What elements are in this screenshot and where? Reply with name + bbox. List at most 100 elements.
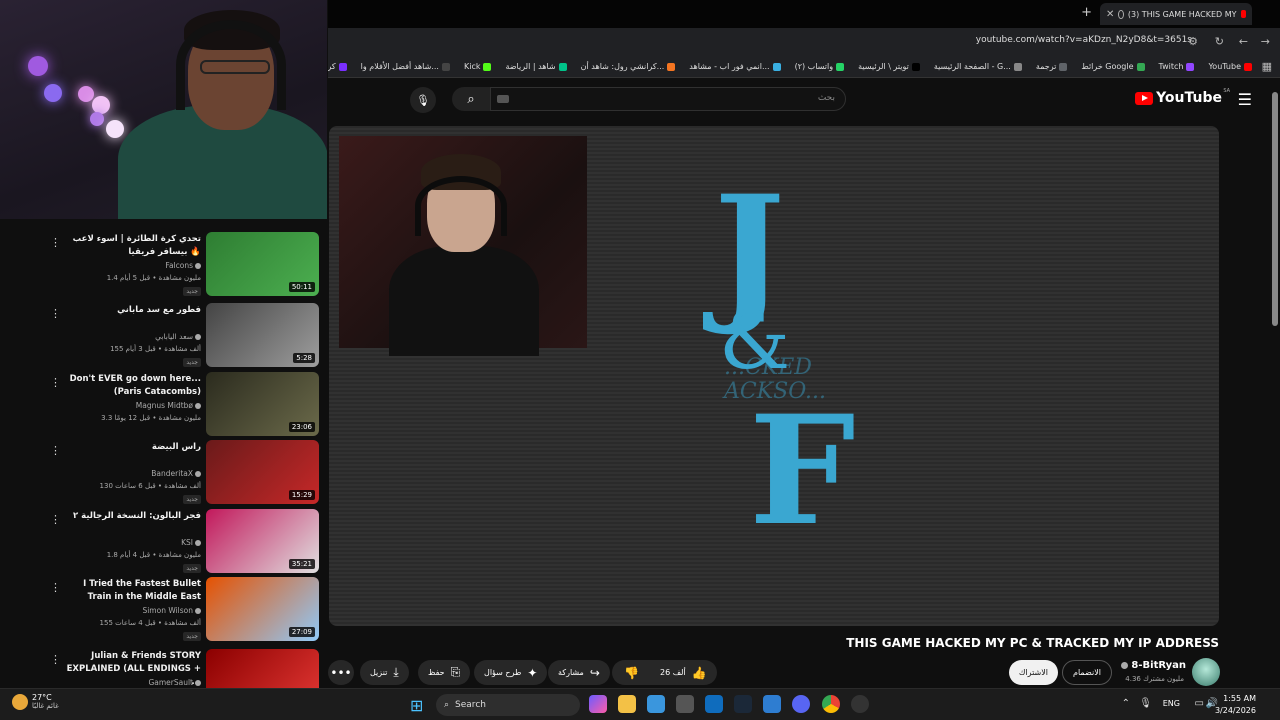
bookmark-item[interactable]: Kick (464, 62, 492, 71)
recommendation-title[interactable]: فجر البالون: النسخة الرجالية ٢ (61, 510, 201, 523)
weather-icon (12, 693, 28, 710)
channel-name[interactable]: 8-BitRyan (1121, 660, 1186, 671)
video-thumbnail[interactable]: 35:21 (206, 509, 319, 573)
recommendation-channel[interactable]: سعد اليابابي (155, 332, 201, 341)
search-input[interactable]: بحث (490, 87, 846, 111)
like-icon: 👍 (691, 665, 707, 680)
mail-icon[interactable] (705, 695, 723, 713)
keyboard-icon[interactable] (497, 95, 509, 103)
bookmark-item[interactable]: واتساب (٢) (795, 62, 845, 71)
more-actions-button[interactable]: ••• (328, 660, 354, 685)
more-options-icon[interactable]: ⋮ (50, 444, 61, 457)
join-button[interactable]: الانضمام (1062, 660, 1112, 685)
recommendation-item[interactable]: 5:28 فطور مع سد ماباني سعد اليابابي 155 ألف… (0, 303, 327, 371)
store-icon[interactable] (676, 695, 694, 713)
recommendation-channel[interactable]: GamerSault (148, 678, 201, 687)
page-scrollbar[interactable] (1272, 92, 1278, 326)
forward-icon[interactable]: → (1261, 35, 1270, 48)
recommendation-item[interactable]: 15:29 راس البيضة BanderitaX 130 ألف مشاهدة … (0, 440, 327, 508)
chrome-icon[interactable] (822, 695, 840, 713)
recommendation-channel[interactable]: KSI (181, 538, 201, 547)
video-thumbnail[interactable]: 5:28 (206, 303, 319, 367)
verified-icon (195, 680, 201, 686)
search-button[interactable]: ⌕ (452, 87, 490, 111)
recommendation-title[interactable]: Don't EVER go down here... (Paris Cataco… (61, 373, 201, 399)
video-player[interactable]: J & F ...CKED ACKSO... (329, 126, 1219, 626)
share-button[interactable]: مشاركة ↪ (548, 660, 610, 685)
recommendation-channel[interactable]: BanderitaX (151, 469, 201, 478)
channel-subscribers: 4.36 مليون مشترك (1125, 675, 1184, 683)
bookmark-item[interactable]: الصفحة الرئيسية - G... (934, 62, 1022, 71)
tray-chevron-icon[interactable]: ⌃ (1122, 698, 1130, 709)
copilot-icon[interactable] (589, 695, 607, 713)
like-button[interactable]: 26 ألف 👍 (650, 660, 717, 685)
more-options-icon[interactable]: ⋮ (50, 376, 61, 389)
menu-icon[interactable]: ☰ (1238, 90, 1252, 109)
bookmark-item[interactable]: انمي فور اب - مشاهد... (689, 62, 781, 71)
tab-close-icon[interactable]: ✕ (1106, 9, 1114, 20)
video-thumbnail[interactable] (206, 649, 319, 688)
download-button[interactable]: تنزيل ⤓ (360, 660, 409, 685)
youtube-logo[interactable]: YouTube (1135, 90, 1222, 106)
video-thumbnail[interactable]: 23:06 (206, 372, 319, 436)
system-clock[interactable]: 1:55 AM 3/24/2026 (1215, 693, 1256, 717)
dislike-button[interactable]: 👎 (612, 660, 651, 685)
more-options-icon[interactable]: ⋮ (50, 513, 61, 526)
bookmark-item[interactable]: خرائط Google (1081, 62, 1145, 71)
windows-start-icon[interactable]: ⊞ (410, 696, 423, 715)
save-button[interactable]: حفظ ⎘ (418, 660, 471, 685)
weather-widget[interactable]: 27°C غائم غالبًا (12, 693, 59, 710)
bookmark-item[interactable]: شاهد | الرياضة (505, 62, 567, 71)
bookmark-item[interactable]: شاهد أفضل الأفلام وا... (361, 62, 450, 71)
recommendation-title[interactable]: راس البيضة (61, 441, 201, 454)
sparkle-icon: ✦ (527, 665, 538, 680)
video-thumbnail[interactable]: 27:09 (206, 577, 319, 641)
recommendation-item[interactable]: 23:06 Don't EVER go down here... (Paris C… (0, 372, 327, 440)
recommendation-channel[interactable]: Falcons (165, 261, 201, 270)
recommendation-item[interactable]: 35:21 فجر البالون: النسخة الرجالية ٢ KSI 1.… (0, 509, 327, 577)
bookmark-item[interactable]: كرانشي رول: شاهد أن... (581, 62, 676, 71)
bookmark-item[interactable]: ترجمة (1036, 62, 1068, 71)
recommendation-meta: 155 ألف مشاهدة • قبل 4 ساعات (99, 619, 201, 627)
bookmark-item[interactable]: Twitch (1159, 62, 1195, 71)
more-options-icon[interactable]: ⋮ (50, 581, 61, 594)
more-options-icon[interactable]: ⋮ (50, 653, 61, 666)
more-options-icon[interactable]: ⋮ (50, 307, 61, 320)
obs-icon[interactable] (851, 695, 869, 713)
bookmark-item[interactable]: تويتر \ الرئيسية (858, 62, 920, 71)
video-thumbnail[interactable]: 50:11 (206, 232, 319, 296)
site-settings-icon[interactable]: ⚙ (1188, 35, 1198, 48)
recommendation-channel[interactable]: Magnus Midtbø (136, 401, 201, 410)
bookmark-item[interactable]: كرتو (328, 62, 347, 71)
taskbar-search[interactable]: ⌕ Search (436, 694, 580, 716)
recommendation-title[interactable]: تحدي كرة الطائرة | اسوء لاعب بيسافر فريق… (61, 233, 201, 259)
apps-grid-icon[interactable]: ▦ (1262, 60, 1272, 73)
new-tab-button[interactable]: + (1081, 5, 1092, 20)
reload-icon[interactable]: ↻ (1215, 35, 1224, 48)
subscribe-button[interactable]: الاشتراك (1008, 660, 1058, 685)
address-bar[interactable]: youtube.com/watch?v=aKDzn_N2yD8&t=3651s (976, 35, 1192, 45)
discord-icon[interactable] (792, 695, 810, 713)
back-icon[interactable]: ← (1239, 35, 1248, 48)
bookmark-label: شاهد | الرياضة (505, 62, 556, 71)
voice-search-button[interactable]: 🎙 (410, 87, 436, 113)
mic-tray-icon[interactable]: 🎙 (1139, 698, 1152, 709)
recommendation-title[interactable]: فطور مع سد ماباني (61, 304, 201, 317)
browser-tab[interactable]: ✕ (3) THIS GAME HACKED MY (1100, 3, 1252, 25)
ask-button[interactable]: طرح سؤال ✦ (474, 660, 548, 685)
network-icon[interactable]: ▭ (1195, 698, 1204, 709)
recommendation-channel[interactable]: Simon Wilson (142, 606, 201, 615)
video-thumbnail[interactable]: 15:29 (206, 440, 319, 504)
bookmark-item[interactable]: YouTube (1208, 62, 1252, 71)
file-explorer-icon[interactable] (618, 695, 636, 713)
recommendation-item[interactable]: Julian & Friends STORY EXPLAINED (ALL EN… (0, 649, 327, 688)
recommendation-title[interactable]: I Tried the Fastest Bullet Train in the … (61, 578, 201, 604)
more-options-icon[interactable]: ⋮ (50, 236, 61, 249)
photos-icon[interactable] (647, 695, 665, 713)
app-icon[interactable] (763, 695, 781, 713)
steam-icon[interactable] (734, 695, 752, 713)
language-indicator[interactable]: ENG (1163, 699, 1180, 708)
channel-avatar[interactable] (1192, 658, 1220, 686)
recommendation-item[interactable]: 27:09 I Tried the Fastest Bullet Train in… (0, 577, 327, 645)
recommendation-item[interactable]: 50:11 تحدي كرة الطائرة | اسوء لاعب بيسافر… (0, 232, 327, 300)
